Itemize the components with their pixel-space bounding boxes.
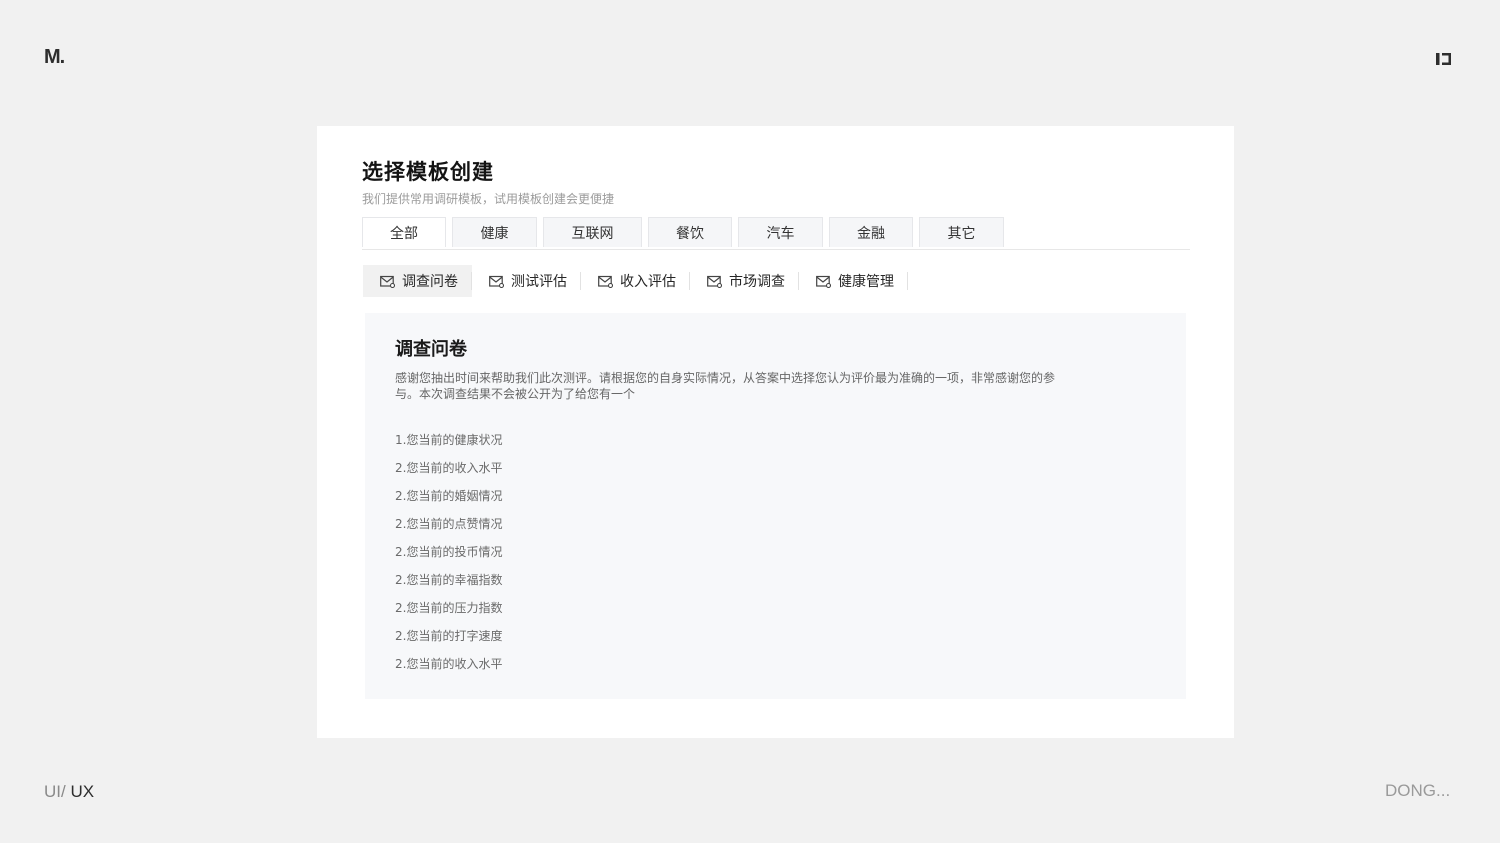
type-tab-label: 收入评估 — [620, 274, 676, 290]
footer-tagline: UI/ UX — [44, 782, 94, 802]
tab-finance[interactable]: 金融 — [829, 217, 913, 247]
footer-tagline-part: UI/ — [44, 782, 66, 801]
page-title: 选择模板创建 — [362, 160, 494, 184]
tab-all[interactable]: 全部 — [362, 217, 446, 247]
footer-tagline-part: UX — [65, 782, 95, 801]
brand-logo: M. — [44, 46, 65, 68]
list-item: 2.您当前的打字速度 — [395, 629, 503, 643]
preview-description: 感谢您抽出时间来帮助我们此次测评。请根据您的自身实际情况，从答案中选择您认为评价… — [395, 371, 1056, 401]
type-tab-label: 健康管理 — [838, 274, 894, 290]
type-tab-test-evaluation[interactable]: 测试评估 — [472, 265, 581, 297]
question-list: 1.您当前的健康状况 2.您当前的收入水平 2.您当前的婚姻情况 2.您当前的点… — [395, 432, 502, 684]
category-tabs: 全部 健康 互联网 餐饮 汽车 金融 其它 — [362, 217, 1190, 250]
tab-other[interactable]: 其它 — [919, 217, 1004, 247]
list-item: 2.您当前的幸福指数 — [395, 573, 503, 587]
list-item: 2.您当前的投币情况 — [395, 545, 503, 559]
list-item: 2.您当前的收入水平 — [395, 657, 503, 671]
mail-icon — [380, 275, 395, 288]
type-tab-label: 市场调查 — [729, 274, 785, 290]
type-tab-market-research[interactable]: 市场调查 — [690, 265, 799, 297]
preview-title: 调查问卷 — [395, 339, 467, 360]
type-tab-health-management[interactable]: 健康管理 — [799, 265, 908, 297]
tab-automobile[interactable]: 汽车 — [738, 217, 823, 247]
tab-health[interactable]: 健康 — [452, 217, 537, 247]
list-item: 1.您当前的健康状况 — [395, 433, 503, 447]
type-tab-survey[interactable]: 调查问卷 — [363, 265, 472, 297]
type-tab-income-evaluation[interactable]: 收入评估 — [581, 265, 690, 297]
list-item: 2.您当前的收入水平 — [395, 461, 503, 475]
template-type-tabs: 调查问卷 测试评估 收入评估 市场调查 健康管理 — [363, 265, 908, 297]
list-item: 2.您当前的压力指数 — [395, 601, 503, 615]
list-item: 2.您当前的婚姻情况 — [395, 489, 503, 503]
mail-icon — [816, 275, 831, 288]
mail-icon — [707, 275, 722, 288]
type-tab-label: 测试评估 — [511, 274, 567, 290]
tab-catering[interactable]: 餐饮 — [648, 217, 732, 247]
tab-internet[interactable]: 互联网 — [543, 217, 642, 247]
type-tab-label: 调查问卷 — [402, 274, 458, 290]
mail-icon — [598, 275, 613, 288]
mail-icon — [489, 275, 504, 288]
footer-author: DONG... — [1385, 781, 1451, 800]
template-card: 选择模板创建 我们提供常用调研模板，试用模板创建会更便捷 全部 健康 互联网 餐… — [317, 126, 1234, 738]
page-subtitle: 我们提供常用调研模板，试用模板创建会更便捷 — [362, 192, 615, 206]
template-preview: 调查问卷 感谢您抽出时间来帮助我们此次测评。请根据您的自身实际情况，从答案中选择… — [365, 313, 1186, 699]
layout-panel-icon[interactable] — [1435, 51, 1452, 67]
list-item: 2.您当前的点赞情况 — [395, 517, 503, 531]
